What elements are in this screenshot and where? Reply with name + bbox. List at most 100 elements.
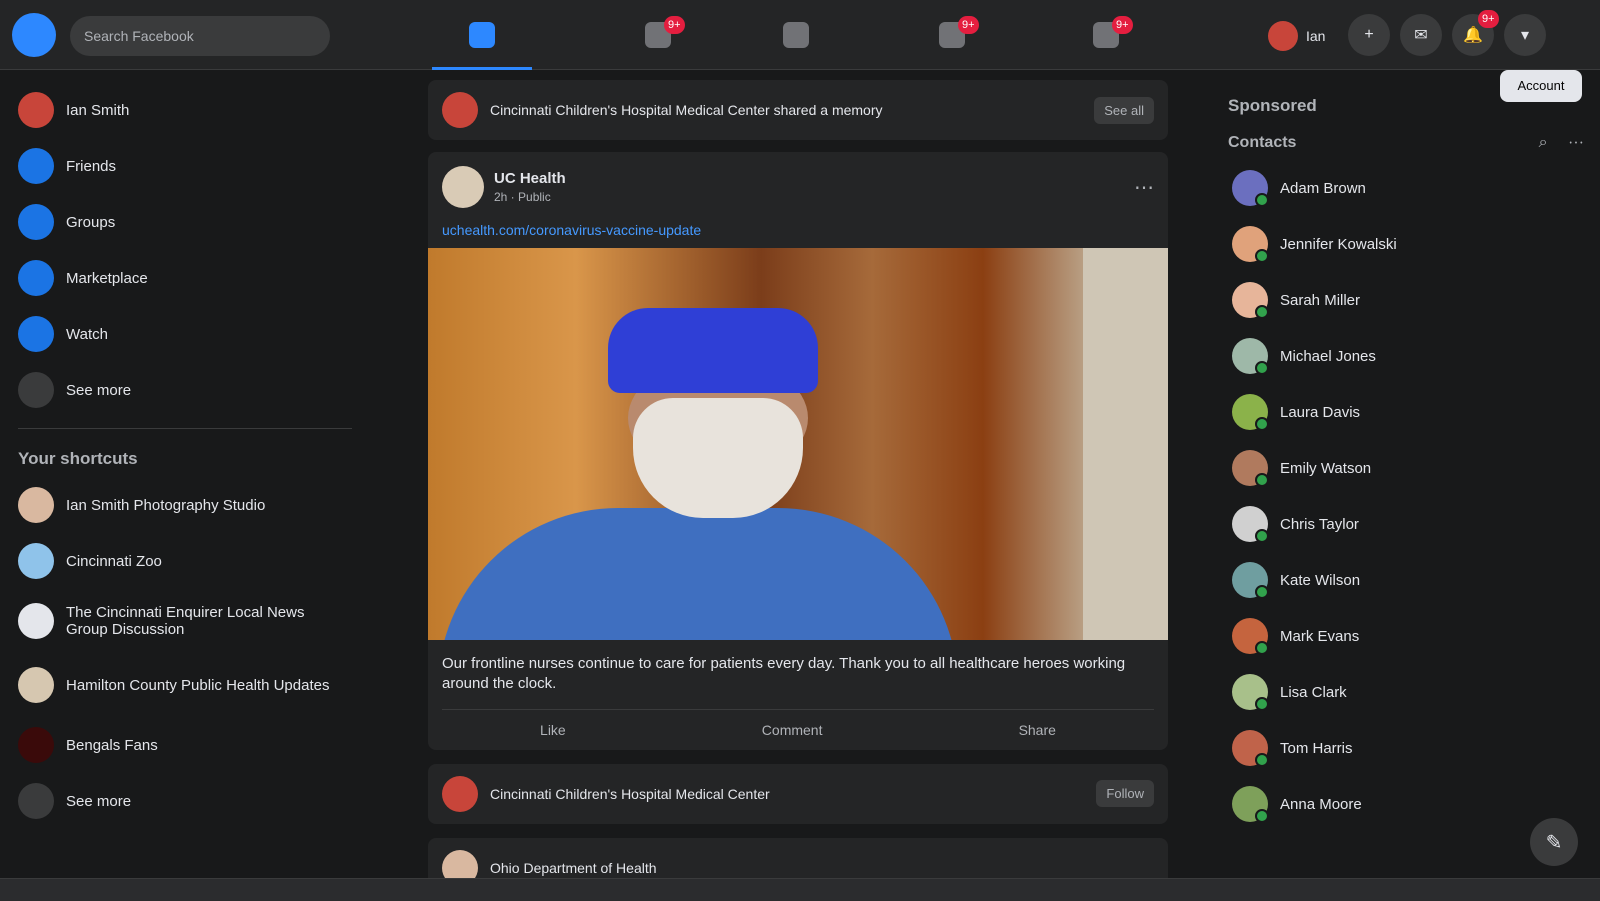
plus-icon: + — [1364, 26, 1374, 43]
contact-item[interactable]: Kate Wilson — [1228, 552, 1592, 608]
top-navigation-bar: Search Facebook 9+ 9+ 9+ Ian + ✉ 🔔 9+ ▾ — [0, 0, 1600, 70]
contact-item[interactable]: Michael Jones — [1228, 328, 1592, 384]
shortcuts-title: Your shortcuts — [18, 449, 138, 468]
home-icon — [469, 22, 495, 48]
bottom-scroll-bar — [0, 878, 1600, 901]
shortcut-label: See more — [66, 792, 132, 810]
feed-post: UC Health 2h · Public ⋯ uchealth.com/cor… — [428, 152, 1168, 750]
avatar — [1232, 562, 1269, 599]
shortcut-label: Bengals Fans — [66, 736, 158, 754]
avatar — [1232, 450, 1269, 487]
contact-name: Kate Wilson — [1280, 571, 1361, 589]
watch-icon — [18, 316, 54, 352]
nav-tab-marketplace[interactable] — [746, 8, 846, 62]
contact-name: Chris Taylor — [1280, 515, 1359, 533]
contact-item[interactable]: Mark Evans — [1228, 608, 1592, 664]
facebook-logo-icon[interactable] — [12, 13, 56, 57]
avatar — [1232, 338, 1269, 375]
nav-tab-gaming[interactable]: 9+ — [1056, 8, 1156, 62]
shortcut-see-more[interactable]: See more — [8, 773, 362, 829]
left-sidebar: Ian Smith Friends Groups Marketplace Wat… — [0, 70, 370, 880]
image-scrubs — [438, 508, 958, 640]
contacts-title: Contacts — [1228, 134, 1297, 151]
notifications-button[interactable]: 🔔 9+ — [1452, 10, 1499, 56]
contact-name: Jennifer Kowalski — [1280, 235, 1397, 253]
chevron-down-icon — [18, 372, 54, 408]
avatar — [442, 849, 478, 880]
image-face-shield — [608, 308, 818, 393]
nav-tab-groups[interactable]: 9+ — [902, 8, 1002, 62]
profile-name: Ian — [1306, 28, 1326, 44]
contacts-options-icon[interactable]: ⌕ ⋯ — [1539, 134, 1592, 152]
feed-strip[interactable]: Cincinnati Children's Hospital Medical C… — [428, 80, 1168, 140]
shortcut-item[interactable]: Bengals Fans — [8, 717, 362, 773]
profile-chip[interactable]: Ian — [1268, 18, 1325, 54]
sidebar-item-label: Watch — [66, 325, 108, 343]
account-button[interactable]: ▾ — [1504, 14, 1546, 56]
notification-badge: 9+ — [958, 16, 979, 34]
more-options-icon[interactable]: ⋯ — [1134, 175, 1154, 200]
contacts-header: Contacts ⌕ ⋯ — [1228, 126, 1592, 160]
contact-item[interactable]: Tom Harris — [1228, 720, 1592, 776]
sidebar-item-groups[interactable]: Groups — [8, 194, 362, 250]
sidebar-item-label: Friends — [66, 157, 117, 175]
create-button[interactable]: + — [1348, 14, 1390, 56]
sidebar-item-marketplace[interactable]: Marketplace — [8, 250, 362, 306]
contact-item[interactable]: Jennifer Kowalski — [1228, 216, 1592, 272]
search-input[interactable]: Search Facebook — [70, 16, 330, 56]
comment-button[interactable]: Comment — [762, 722, 823, 738]
shortcut-item[interactable]: Ian Smith Photography Studio — [8, 477, 362, 533]
contact-item[interactable]: Lisa Clark — [1228, 664, 1592, 720]
feed-strip[interactable]: Ohio Department of Health — [428, 837, 1168, 880]
sidebar-item-label: See more — [66, 381, 132, 399]
shortcut-item[interactable]: Cincinnati Zoo — [8, 533, 362, 589]
new-message-button[interactable]: ✎ — [1530, 818, 1578, 866]
shortcut-label: Cincinnati Zoo — [66, 552, 162, 570]
bell-icon: 🔔 — [1463, 27, 1483, 44]
chevron-down-icon — [18, 783, 54, 819]
avatar — [442, 775, 478, 812]
contact-item[interactable]: Emily Watson — [1228, 440, 1592, 496]
nav-tab-watch[interactable]: 9+ — [608, 8, 708, 62]
sidebar-item-watch[interactable]: Watch — [8, 306, 362, 362]
contact-name: Tom Harris — [1280, 739, 1353, 757]
chevron-down-icon: ▾ — [1520, 27, 1530, 44]
sidebar-item-profile[interactable]: Ian Smith — [8, 82, 362, 138]
post-actions: Like Comment Share — [442, 708, 1154, 750]
contact-item[interactable]: Chris Taylor — [1228, 496, 1592, 552]
contact-item[interactable]: Adam Brown — [1228, 160, 1592, 216]
notification-badge: 9+ — [1478, 10, 1499, 28]
avatar — [1232, 282, 1269, 319]
shortcut-label: Ian Smith Photography Studio — [66, 496, 266, 514]
avatar — [18, 92, 54, 128]
contact-name: Adam Brown — [1280, 179, 1366, 197]
contact-item[interactable]: Laura Davis — [1228, 384, 1592, 440]
see-all-button[interactable]: See all — [1094, 96, 1154, 124]
contact-name: Emily Watson — [1280, 459, 1372, 477]
shortcut-item[interactable]: The Cincinnati Enquirer Local News Group… — [8, 589, 362, 653]
strip-text: Cincinnati Children's Hospital Medical C… — [490, 785, 770, 802]
contact-name: Lisa Clark — [1280, 683, 1347, 701]
share-button[interactable]: Share — [1019, 722, 1056, 738]
sidebar-item-see-more[interactable]: See more — [8, 362, 362, 418]
post-link[interactable]: uchealth.com/coronavirus-vaccine-update — [428, 222, 1168, 248]
marketplace-icon — [18, 260, 54, 296]
post-meta: 2h · Public — [494, 190, 551, 204]
strip-text: Cincinnati Children's Hospital Medical C… — [490, 102, 883, 118]
right-sidebar: Sponsored Contacts ⌕ ⋯ Adam Brown Jennif… — [1220, 70, 1600, 880]
sidebar-item-friends[interactable]: Friends — [8, 138, 362, 194]
news-feed: Cincinnati Children's Hospital Medical C… — [428, 70, 1168, 880]
post-author[interactable]: UC Health — [494, 170, 566, 187]
avatar[interactable] — [442, 166, 484, 208]
avatar — [1232, 618, 1269, 655]
messenger-button[interactable]: ✉ — [1400, 14, 1442, 56]
contact-item[interactable]: Sarah Miller — [1228, 272, 1592, 328]
feed-strip[interactable]: Cincinnati Children's Hospital Medical C… — [428, 763, 1168, 824]
follow-button[interactable]: Follow — [1096, 780, 1154, 807]
shortcut-item[interactable]: Hamilton County Public Health Updates — [8, 653, 362, 717]
strip-text: Ohio Department of Health — [490, 859, 657, 876]
post-image[interactable] — [428, 248, 1168, 640]
nav-tab-home[interactable] — [432, 8, 532, 70]
contact-name: Laura Davis — [1280, 403, 1361, 421]
like-button[interactable]: Like — [540, 722, 566, 738]
